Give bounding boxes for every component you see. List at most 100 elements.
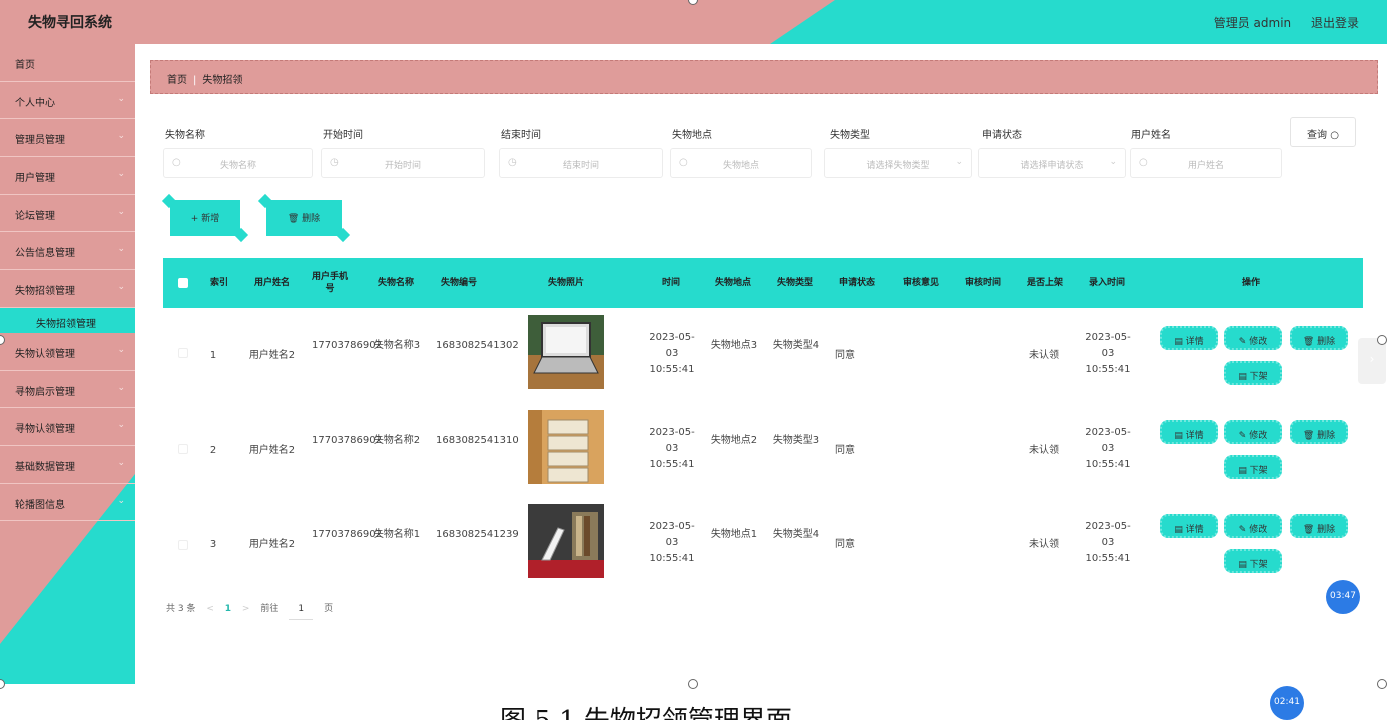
sidebar-item-users[interactable]: 用户管理 ⌄ bbox=[0, 157, 135, 195]
user-search-input[interactable]: ○ 用户姓名 bbox=[1130, 148, 1282, 178]
logout-link[interactable]: 退出登录 bbox=[1311, 16, 1359, 30]
sidebar-item-admins[interactable]: 管理员管理 ⌄ bbox=[0, 119, 135, 158]
detail-button[interactable]: ▤ 详情 bbox=[1160, 326, 1218, 350]
cell-place: 失物地点1 bbox=[710, 529, 758, 540]
end-time-input[interactable]: ◷ 结束时间 bbox=[499, 148, 663, 178]
cell-type: 失物类型3 bbox=[772, 435, 820, 446]
placeholder: 开始时间 bbox=[384, 161, 421, 171]
edit-button[interactable]: ✎ 修改 bbox=[1224, 420, 1282, 444]
header-user-area: 管理员 admin 退出登录 bbox=[1198, 14, 1359, 31]
name-search-input[interactable]: ○ 失物名称 bbox=[163, 148, 313, 178]
edit-button[interactable]: ✎ 修改 bbox=[1224, 514, 1282, 538]
sidebar-item-label: 管理员管理 bbox=[15, 135, 65, 147]
cell-entry-time: 2023-05-03 10:55:41 bbox=[1085, 332, 1131, 375]
cell-user: 用户姓名2 bbox=[248, 539, 296, 550]
col-place: 失物地点 bbox=[714, 278, 751, 288]
cell-time: 2023-05-03 10:55:41 bbox=[649, 521, 695, 564]
page-number[interactable]: 1 bbox=[225, 604, 231, 614]
filter-start-label: 开始时间 bbox=[323, 130, 363, 141]
page-unit: 页 bbox=[324, 604, 334, 614]
col-audit-time: 审核时间 bbox=[964, 278, 1001, 288]
sidebar-item-lost-found[interactable]: 失物招领管理 ⌄ bbox=[0, 270, 135, 308]
cell-shelf: 未认领 bbox=[1029, 539, 1059, 550]
start-time-input[interactable]: ◷ 开始时间 bbox=[321, 148, 485, 178]
chevron-down-icon: ⌄ bbox=[117, 420, 125, 431]
delete-button[interactable]: 🗑 删除 bbox=[1290, 514, 1348, 538]
sidebar-item-base-data[interactable]: 基础数据管理 ⌄ bbox=[0, 446, 135, 484]
sidebar-item-claims[interactable]: 失物认领管理 ⌄ bbox=[0, 333, 135, 371]
cell-type: 失物类型4 bbox=[772, 529, 820, 540]
cell-status: 同意 bbox=[835, 539, 855, 550]
sidebar-item-label: 失物认领管理 bbox=[15, 348, 75, 360]
col-type: 失物类型 bbox=[776, 278, 813, 288]
off-shelf-button[interactable]: ▤ 下架 bbox=[1224, 455, 1282, 479]
admin-user-label[interactable]: 管理员 admin bbox=[1214, 16, 1291, 30]
placeholder: 失物名称 bbox=[219, 161, 256, 171]
resize-handle[interactable] bbox=[0, 679, 5, 689]
col-phone: 用户手机号 bbox=[311, 272, 348, 294]
page-jump-input[interactable]: 1 bbox=[289, 604, 314, 620]
batch-delete-button[interactable]: 🗑 删除 bbox=[266, 200, 342, 236]
figure-caption: 图 5.1 失物招领管理界面 bbox=[500, 700, 792, 720]
breadcrumb: 首页 | 失物招领 bbox=[150, 60, 1378, 94]
filter-user-label: 用户姓名 bbox=[1131, 130, 1171, 141]
cell-index: 2 bbox=[209, 445, 217, 456]
sidebar-item-forum[interactable]: 论坛管理 ⌄ bbox=[0, 195, 135, 233]
sidebar: 首页 个人中心 ⌄ 管理员管理 ⌄ 用户管理 ⌄ 论坛管理 ⌄ 公告信息管理 ⌄ 失物招领… bbox=[0, 44, 135, 684]
sidebar-item-label: 论坛管理 bbox=[15, 210, 55, 222]
row-checkbox[interactable] bbox=[178, 348, 188, 358]
row-checkbox[interactable] bbox=[178, 540, 188, 550]
cell-phone: 17703786902 bbox=[312, 435, 382, 446]
off-shelf-button[interactable]: ▤ 下架 bbox=[1224, 361, 1282, 385]
col-user: 用户姓名 bbox=[253, 278, 290, 288]
delete-button[interactable]: 🗑 删除 bbox=[1290, 326, 1348, 350]
edit-button[interactable]: ✎ 修改 bbox=[1224, 326, 1282, 350]
detail-button[interactable]: ▤ 详情 bbox=[1160, 514, 1218, 538]
col-entry-time: 录入时间 bbox=[1088, 278, 1125, 288]
query-button[interactable]: 查询 ○ bbox=[1290, 117, 1356, 147]
top-header: 失物寻回系统 管理员 admin 退出登录 bbox=[0, 0, 1387, 44]
sidebar-item-label: 轮播图信息 bbox=[15, 499, 65, 511]
sidebar-item-search-notices[interactable]: 寻物启示管理 ⌄ bbox=[0, 371, 135, 409]
type-select[interactable]: 请选择失物类型 ⌄ bbox=[824, 148, 972, 178]
row-checkbox[interactable] bbox=[178, 444, 188, 454]
placeholder: 结束时间 bbox=[562, 161, 599, 171]
cell-time: 2023-05-03 10:55:41 bbox=[649, 427, 695, 470]
item-photo-books-table bbox=[528, 504, 604, 578]
next-page-button[interactable]: > bbox=[242, 604, 250, 614]
sidebar-item-label: 首页 bbox=[15, 60, 35, 71]
sidebar-item-search-claims[interactable]: 寻物认领管理 ⌄ bbox=[0, 408, 135, 446]
chevron-down-icon: ⌄ bbox=[117, 344, 125, 355]
status-select[interactable]: 请选择申请状态 ⌄ bbox=[978, 148, 1126, 178]
item-photo-laptop bbox=[528, 315, 604, 389]
chevron-down-icon: ⌄ bbox=[1109, 157, 1117, 167]
sidebar-item-notices[interactable]: 公告信息管理 ⌄ bbox=[0, 232, 135, 271]
sidebar-item-label: 寻物认领管理 bbox=[15, 424, 75, 436]
cell-entry-time: 2023-05-03 10:55:41 bbox=[1085, 521, 1131, 564]
prev-page-button[interactable]: < bbox=[206, 604, 214, 614]
breadcrumb-current: 失物招领 bbox=[202, 75, 243, 86]
filter-type-label: 失物类型 bbox=[830, 130, 870, 141]
sidebar-item-carousel[interactable]: 轮播图信息 ⌄ bbox=[0, 484, 135, 522]
filter-status-label: 申请状态 bbox=[982, 130, 1022, 141]
chevron-down-icon: ⌄ bbox=[117, 495, 125, 506]
resize-handle[interactable] bbox=[1377, 335, 1387, 345]
place-search-input[interactable]: ○ 失物地点 bbox=[670, 148, 812, 178]
cell-name: 失物名称1 bbox=[373, 529, 421, 540]
sidebar-subitem-lost-found-manage[interactable]: 失物招领管理 bbox=[0, 307, 135, 333]
chevron-down-icon: ⌄ bbox=[117, 93, 125, 104]
off-shelf-button[interactable]: ▤ 下架 bbox=[1224, 549, 1282, 573]
filter-place-label: 失物地点 bbox=[672, 130, 712, 141]
breadcrumb-home[interactable]: 首页 bbox=[167, 75, 187, 86]
detail-button[interactable]: ▤ 详情 bbox=[1160, 420, 1218, 444]
sidebar-item-home[interactable]: 首页 bbox=[0, 44, 135, 82]
cell-user: 用户姓名2 bbox=[248, 350, 296, 361]
sidebar-item-profile[interactable]: 个人中心 ⌄ bbox=[0, 82, 135, 120]
cell-index: 3 bbox=[209, 539, 217, 550]
resize-handle[interactable] bbox=[1377, 679, 1387, 689]
resize-handle[interactable] bbox=[688, 679, 698, 689]
cell-place: 失物地点2 bbox=[710, 435, 758, 446]
add-button[interactable]: + 新增 bbox=[170, 200, 240, 236]
delete-button[interactable]: 🗑 删除 bbox=[1290, 420, 1348, 444]
select-all-checkbox[interactable] bbox=[178, 278, 188, 288]
